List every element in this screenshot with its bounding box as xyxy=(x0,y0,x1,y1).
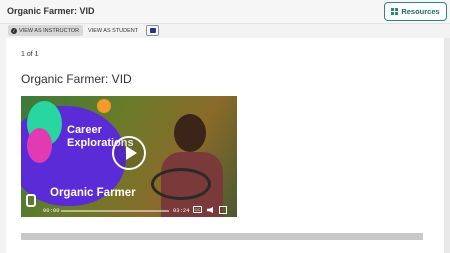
instructor-label: VIEW AS INSTRUCTOR xyxy=(19,27,80,34)
pink-blob xyxy=(27,128,52,163)
print-button[interactable] xyxy=(146,25,159,36)
horizontal-scrollbar[interactable] xyxy=(21,233,423,240)
volume-icon[interactable] xyxy=(207,207,213,213)
page-title: Organic Farmer: VID xyxy=(7,6,95,16)
fullscreen-icon[interactable] xyxy=(219,206,227,214)
video-player[interactable]: Career Explorations Organic Farmer 00:00… xyxy=(21,96,237,217)
vertical-scrollbar[interactable] xyxy=(444,38,450,253)
page-counter: 1 of 1 xyxy=(21,51,39,58)
content-heading: Organic Farmer: VID xyxy=(21,72,132,86)
resources-button[interactable]: Resources xyxy=(384,2,447,21)
grid-icon xyxy=(391,8,399,15)
duration: 03:24 xyxy=(173,207,190,214)
orange-dot xyxy=(97,99,111,113)
progress-track[interactable] xyxy=(61,210,169,212)
play-icon[interactable] xyxy=(112,136,146,170)
captions-icon[interactable]: CC xyxy=(193,206,202,213)
top-bar: Organic Farmer: VID Resources xyxy=(0,0,450,24)
view-as-instructor-button[interactable]: ✓ VIEW AS INSTRUCTOR xyxy=(8,25,83,36)
steering-wheel-image xyxy=(151,168,211,200)
video-controls: 00:00 03:24 CC xyxy=(21,205,237,217)
print-icon xyxy=(149,28,156,33)
video-subtitle-text: Organic Farmer xyxy=(50,187,136,199)
video-person-image xyxy=(156,106,226,217)
resources-label: Resources xyxy=(401,7,440,16)
content-card: 1 of 1 Organic Farmer: VID Career Explor… xyxy=(6,38,445,253)
check-icon: ✓ xyxy=(11,27,17,34)
view-bar: ✓ VIEW AS INSTRUCTOR VIEW AS STUDENT xyxy=(0,24,450,37)
view-as-student-button[interactable]: VIEW AS STUDENT xyxy=(85,25,143,36)
current-time: 00:00 xyxy=(43,207,60,214)
